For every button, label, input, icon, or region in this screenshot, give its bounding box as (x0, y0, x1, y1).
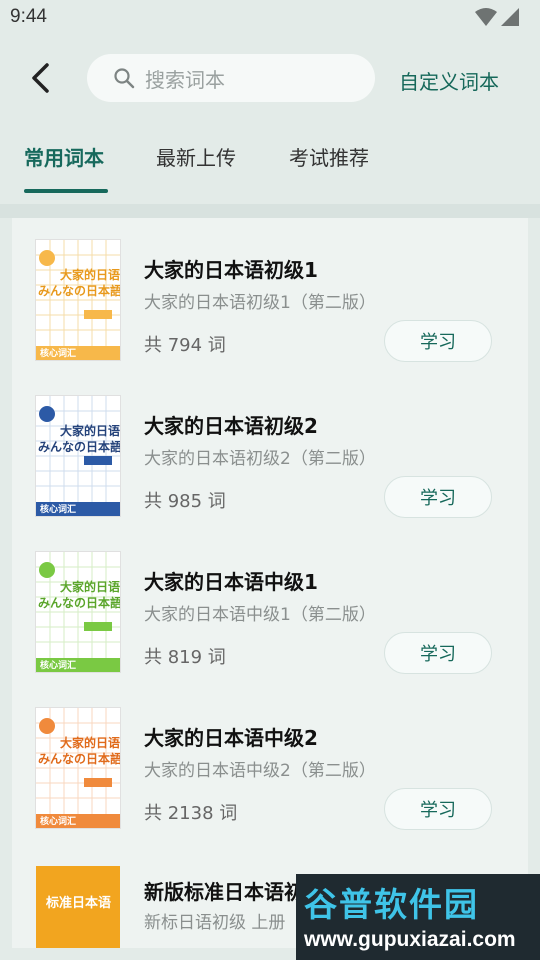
cover-footer: 核心词汇 (36, 346, 120, 360)
book-cover: 标准日本语 (36, 866, 120, 948)
cover-subtitle: みんなの日本語 (38, 596, 120, 610)
cover-badge (39, 406, 55, 422)
book-cover: 大家的日语 みんなの日本語 核心词汇 (36, 708, 120, 828)
cover-subtitle: みんなの日本語 (38, 752, 120, 766)
cover-badge (39, 718, 55, 734)
book-item[interactable]: 大家的日语 みんなの日本語 核心词汇 大家的日本语初级1 大家的日本语初级1（第… (12, 218, 528, 374)
study-button[interactable]: 学习 (384, 632, 492, 674)
book-word-count: 共 985 词 (144, 491, 226, 512)
watermark-title: 谷普软件园 (304, 885, 479, 924)
cover-title: 大家的日语 (60, 268, 120, 282)
study-button[interactable]: 学习 (384, 476, 492, 518)
back-arrow-icon (32, 63, 49, 93)
book-title: 大家的日本语初级2 (144, 414, 318, 438)
cover-footer: 核心词汇 (36, 658, 120, 672)
study-button[interactable]: 学习 (384, 320, 492, 362)
book-word-count: 共 819 词 (144, 647, 226, 668)
status-bar: 9:44 (0, 0, 540, 36)
book-title: 大家的日本语中级1 (144, 570, 318, 594)
cover-footer: 核心词汇 (36, 502, 120, 516)
book-subtitle: 大家的日本语初级2（第二版） (144, 449, 376, 469)
cover-footer-text: 核心词汇 (40, 817, 77, 827)
cover-footer-text: 核心词汇 (40, 349, 77, 359)
cover-subtitle: みんなの日本語 (38, 440, 120, 454)
section-divider (0, 204, 540, 218)
book-item[interactable]: 大家的日语 みんなの日本語 核心词汇 大家的日本语中级2 大家的日本语中级2（第… (12, 686, 528, 842)
book-word-count: 共 794 词 (144, 335, 226, 356)
tab-indicator (24, 189, 108, 193)
book-cover: 大家的日语 みんなの日本語 核心词汇 (36, 396, 120, 516)
book-subtitle: 大家的日本语初级1（第二版） (144, 293, 376, 313)
cover-footer-text: 核心词汇 (40, 505, 77, 515)
wifi-icon (475, 8, 497, 26)
cover-title: 大家的日语 (60, 424, 120, 438)
book-subtitle: 大家的日本语中级2（第二版） (144, 761, 376, 781)
book-cover: 大家的日语 みんなの日本語 核心词汇 (36, 552, 120, 672)
watermark-url: www.gupuxiazai.com (304, 928, 516, 951)
book-subtitle: 大家的日本语中级1（第二版） (144, 605, 376, 625)
cover-badge (39, 250, 55, 266)
cover-tag (84, 778, 112, 787)
book-cover: 大家的日语 みんなの日本語 核心词汇 (36, 240, 120, 360)
cover-tag (84, 622, 112, 631)
watermark: 谷普软件园 www.gupuxiazai.com (296, 874, 540, 960)
search-icon (114, 68, 135, 89)
cover-footer: 核心词汇 (36, 814, 120, 828)
book-item[interactable]: 大家的日语 みんなの日本語 核心词汇 大家的日本语初级2 大家的日本语初级2（第… (12, 374, 528, 530)
study-button[interactable]: 学习 (384, 788, 492, 830)
cover-title: 大家的日语 (60, 580, 120, 594)
cover-subtitle: みんなの日本語 (38, 284, 120, 298)
signal-icon (501, 8, 519, 26)
cover-tag (84, 310, 112, 319)
book-subtitle: 新标日语初级 上册 (144, 913, 286, 933)
book-item[interactable]: 大家的日语 みんなの日本語 核心词汇 大家的日本语中级1 大家的日本语中级1（第… (12, 530, 528, 686)
tab-common[interactable]: 常用词本 (24, 142, 104, 171)
tab-latest[interactable]: 最新上传 (156, 142, 236, 171)
cover-title: 标准日本语 (46, 896, 112, 911)
back-button[interactable] (20, 56, 60, 100)
search-placeholder: 搜索词本 (145, 67, 225, 92)
custom-wordbook-link[interactable]: 自定义词本 (399, 66, 499, 95)
tab-bar: 常用词本 最新上传 考试推荐 (0, 130, 540, 194)
book-title: 大家的日本语中级2 (144, 726, 318, 750)
cover-footer-text: 核心词汇 (40, 661, 77, 671)
search-input[interactable]: 搜索词本 (87, 54, 375, 102)
book-list: 大家的日语 みんなの日本語 核心词汇 大家的日本语初级1 大家的日本语初级1（第… (12, 218, 528, 948)
tab-exam[interactable]: 考试推荐 (289, 142, 369, 171)
book-title: 大家的日本语初级1 (144, 258, 318, 282)
cover-title: 大家的日语 (60, 736, 120, 750)
cover-badge (39, 562, 55, 578)
status-time: 9:44 (10, 6, 47, 27)
book-word-count: 共 2138 词 (144, 803, 238, 824)
cover-tag (84, 456, 112, 465)
